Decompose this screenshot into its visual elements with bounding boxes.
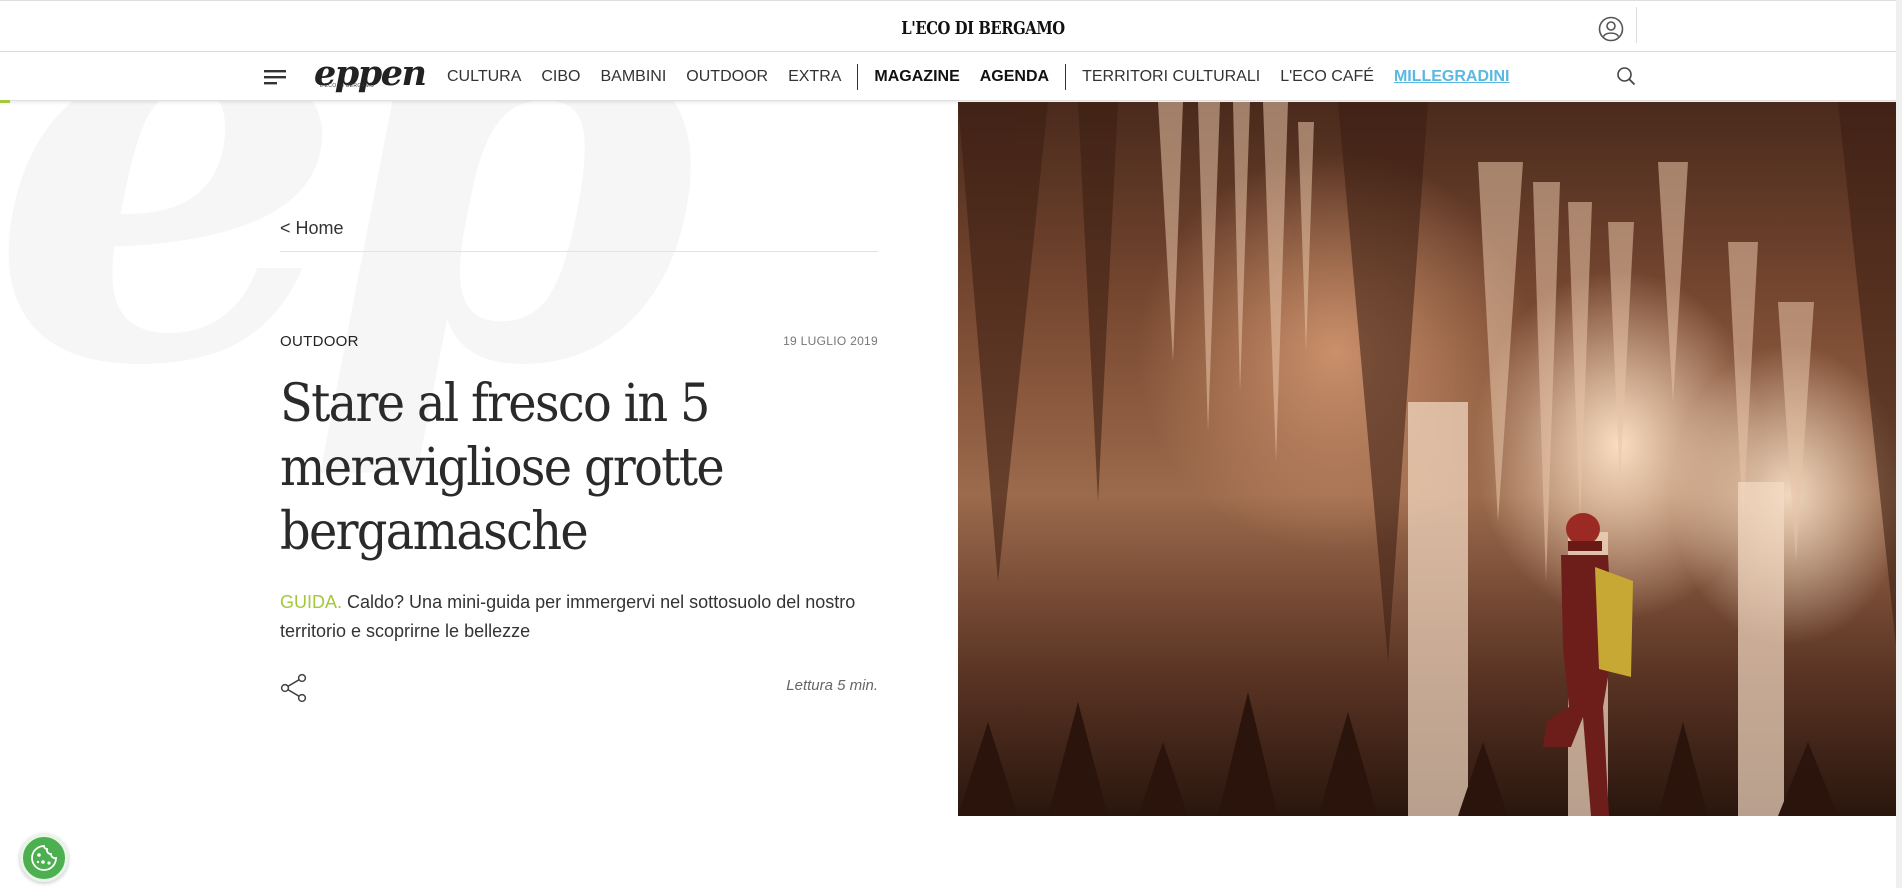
nav-item-cultura[interactable]: CULTURA [447, 68, 521, 86]
topbar-divider [1636, 7, 1637, 43]
nav-item-cibo[interactable]: CIBO [541, 68, 580, 86]
nav-item-outdoor[interactable]: OUTDOOR [686, 68, 768, 86]
cookie-settings-icon [31, 845, 57, 871]
breadcrumb-divider [280, 251, 878, 252]
hero-image-cave [958, 102, 1902, 816]
search-icon[interactable] [1616, 66, 1636, 86]
progress-indicator [0, 100, 10, 103]
nav-divider [857, 63, 859, 90]
reading-time: Lettura 5 min. [786, 677, 878, 694]
caver-silhouette [1543, 513, 1633, 816]
page-scrollbar[interactable] [1896, 0, 1902, 888]
main-nav: eppen L'ECO DI BERGAMO CULTURA CIBO BAMB… [0, 52, 1902, 101]
nav-item-eco-cafe[interactable]: L'ECO CAFÉ [1280, 68, 1374, 86]
article-category[interactable]: OUTDOOR [280, 333, 359, 350]
nav-divider [1065, 63, 1067, 90]
cave-stalactites-illustration [958, 102, 1902, 816]
nav-item-territori-culturali[interactable]: TERRITORI CULTURALI [1082, 68, 1260, 86]
share-icon[interactable] [280, 673, 308, 703]
eppen-logo-subtitle: L'ECO DI BERGAMO [320, 83, 375, 89]
nav-items: CULTURA CIBO BAMBINI OUTDOOR EXTRA MAGAZ… [447, 52, 1529, 101]
article-date: 19 LUGLIO 2019 [783, 334, 878, 348]
nav-item-agenda[interactable]: AGENDA [980, 68, 1049, 86]
nav-item-bambini[interactable]: BAMBINI [601, 68, 667, 86]
brand-logo[interactable]: L'ECO DI BERGAMO [177, 18, 1789, 39]
nav-item-extra[interactable]: EXTRA [788, 68, 841, 86]
nav-item-magazine[interactable]: MAGAZINE [874, 68, 959, 86]
cookie-settings-button[interactable] [20, 834, 68, 882]
summary-tag: GUIDA. [280, 592, 343, 612]
top-bar: L'ECO DI BERGAMO [0, 0, 1902, 52]
article-title: Stare al fresco in 5 meravigliose grotte… [280, 374, 725, 562]
nav-item-millegradini[interactable]: MILLEGRADINI [1394, 68, 1510, 86]
summary-text: Caldo? Una mini-guida per immergervi nel… [280, 592, 856, 641]
user-icon[interactable] [1598, 16, 1624, 42]
hamburger-menu-icon[interactable] [264, 68, 286, 86]
breadcrumb-home-link[interactable]: < Home [280, 218, 344, 239]
article-summary: GUIDA. Caldo? Una mini-guida per immerge… [280, 588, 878, 646]
